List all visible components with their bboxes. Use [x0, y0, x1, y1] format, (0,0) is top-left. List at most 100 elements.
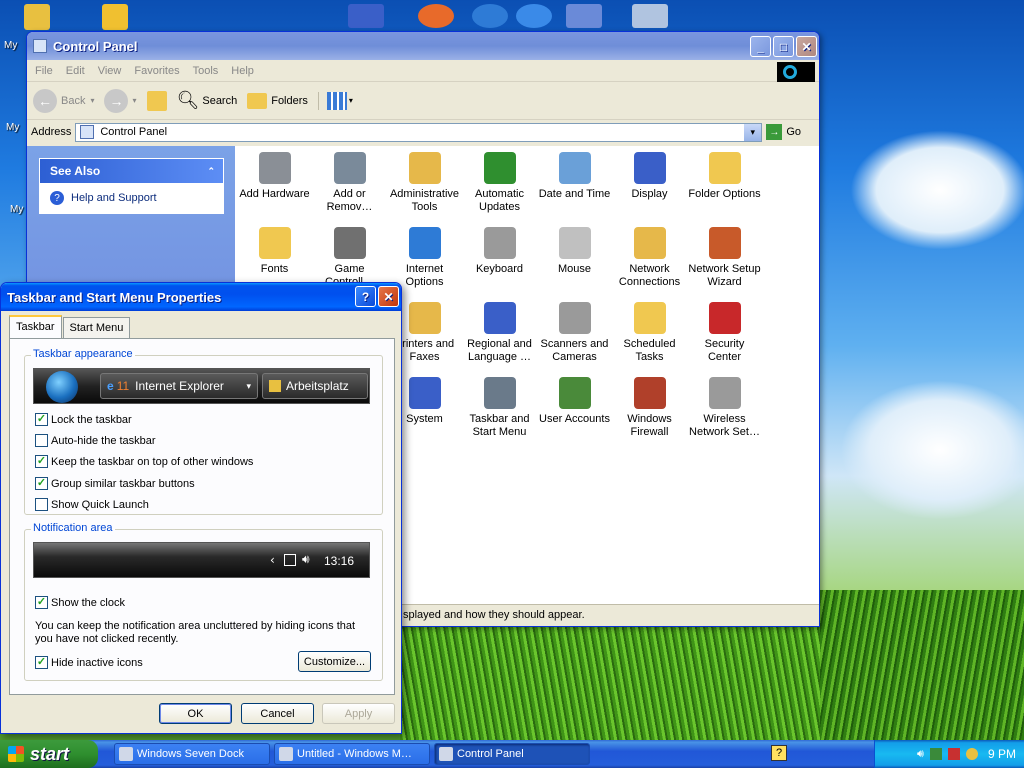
taskbar-task-button[interactable]: Untitled - Windows M…: [274, 743, 430, 765]
taskbar-start-menu-icon: [483, 377, 516, 409]
cp-item[interactable]: Automatic Updates: [462, 152, 537, 214]
go-button[interactable]: → Go: [766, 124, 801, 140]
clock[interactable]: 9 PM: [988, 747, 1016, 761]
checkbox[interactable]: ✓: [35, 413, 48, 426]
tray-icon[interactable]: [965, 748, 978, 760]
views-button[interactable]: ▾: [317, 91, 353, 110]
taskbar-option-checkbox[interactable]: ✓ Lock the taskbar: [35, 413, 132, 426]
dock-icon[interactable]: [632, 4, 668, 28]
help-button[interactable]: ?: [355, 286, 376, 307]
cp-item[interactable]: Fonts: [237, 227, 312, 276]
cp-item[interactable]: Network Connections: [612, 227, 687, 289]
tray-icon[interactable]: [929, 748, 942, 760]
desktop-icon-label[interactable]: My: [6, 122, 19, 133]
cp-item[interactable]: Internet Options: [387, 227, 462, 289]
cancel-button[interactable]: Cancel: [241, 703, 314, 724]
apply-button[interactable]: Apply: [322, 703, 395, 724]
cp-item[interactable]: Regional and Language …: [462, 302, 537, 364]
cp-item[interactable]: Add Hardware: [237, 152, 312, 201]
security-center-icon: [708, 302, 741, 334]
control-panel-icon: [80, 125, 95, 139]
ok-button[interactable]: OK: [159, 703, 232, 724]
tab-taskbar[interactable]: Taskbar: [9, 315, 62, 339]
cp-item[interactable]: User Accounts: [537, 377, 612, 426]
show-clock-label: Show the clock: [51, 596, 125, 609]
windows-flag-icon: [8, 746, 24, 762]
hide-inactive-checkbox[interactable]: ✓ Hide inactive icons: [35, 656, 143, 669]
desktop-icon-label[interactable]: My: [10, 204, 23, 215]
start-button[interactable]: start: [0, 740, 98, 768]
help-icon[interactable]: ?: [771, 745, 787, 761]
close-button[interactable]: ✕: [796, 36, 817, 57]
close-button[interactable]: ✕: [378, 286, 399, 307]
dialog-title-bar[interactable]: Taskbar and Start Menu Properties ? ✕: [1, 283, 401, 311]
search-button[interactable]: 🔍︎ Search: [177, 90, 238, 111]
taskbar-option-checkbox[interactable]: ✓ Keep the taskbar on top of other window…: [35, 455, 253, 468]
checkbox[interactable]: [35, 498, 48, 511]
volume-icon[interactable]: 🔊︎: [917, 748, 924, 761]
add-hardware-icon: [258, 152, 291, 184]
checkbox[interactable]: ✓: [35, 477, 48, 490]
dock-icon[interactable]: [418, 4, 454, 28]
cp-item[interactable]: Keyboard: [462, 227, 537, 276]
address-input[interactable]: Control Panel ▾: [75, 122, 763, 142]
dock-icon[interactable]: [472, 4, 508, 28]
help-support-link[interactable]: ? Help and Support: [40, 183, 223, 213]
cp-item[interactable]: Add or Remov…: [312, 152, 387, 214]
cp-item[interactable]: Scanners and Cameras: [537, 302, 612, 364]
cp-item[interactable]: Security Center: [687, 302, 762, 364]
dock-icon[interactable]: [348, 4, 384, 28]
checkbox[interactable]: [35, 434, 48, 447]
menu-help[interactable]: Help: [231, 65, 254, 77]
cp-item[interactable]: Folder Options: [687, 152, 762, 201]
cp-item[interactable]: Network Setup Wizard: [687, 227, 762, 289]
menu-file[interactable]: File: [35, 65, 53, 77]
option-label: Group similar taskbar buttons: [51, 477, 195, 490]
dock-icon[interactable]: [516, 4, 552, 28]
show-clock-checkbox[interactable]: ✓ Show the clock: [35, 596, 125, 609]
taskbar-option-checkbox[interactable]: ✓ Group similar taskbar buttons: [35, 477, 195, 490]
menu-view[interactable]: View: [98, 65, 122, 77]
cp-item-label: User Accounts: [539, 413, 610, 425]
taskbar-option-checkbox[interactable]: Auto-hide the taskbar: [35, 434, 156, 447]
back-button[interactable]: ← Back ▾: [33, 88, 94, 113]
collapse-chevron-icon[interactable]: ⌃: [207, 166, 215, 177]
dock-icon[interactable]: [566, 4, 602, 28]
maximize-button[interactable]: □: [773, 36, 794, 57]
desktop-icon-image[interactable]: [24, 4, 50, 30]
up-folder-button[interactable]: [146, 90, 167, 111]
folders-button[interactable]: Folders: [247, 92, 308, 109]
cp-item[interactable]: Wireless Network Set…: [687, 377, 762, 439]
cp-item[interactable]: Administrative Tools: [387, 152, 462, 214]
printers-faxes-icon: [408, 302, 441, 334]
taskbar-task-button[interactable]: Windows Seven Dock: [114, 743, 270, 765]
taskbar-option-checkbox[interactable]: Show Quick Launch: [35, 498, 149, 511]
cp-item[interactable]: Mouse: [537, 227, 612, 276]
taskbar-task-button[interactable]: Control Panel: [434, 743, 590, 765]
minimize-button[interactable]: _: [750, 36, 771, 57]
checkbox[interactable]: ✓: [35, 656, 48, 669]
menu-favorites[interactable]: Favorites: [134, 65, 179, 77]
forward-button[interactable]: → ▾: [104, 88, 137, 113]
option-label: Show Quick Launch: [51, 498, 149, 511]
title-bar[interactable]: Control Panel _ □ ✕: [27, 32, 819, 60]
cp-item[interactable]: Game Controll…: [312, 227, 387, 289]
address-dropdown-button[interactable]: ▾: [744, 123, 762, 141]
desktop-icon-image[interactable]: [102, 4, 128, 30]
desktop-icon-label[interactable]: My: [4, 40, 17, 51]
menu-tools[interactable]: Tools: [193, 65, 219, 77]
cp-item[interactable]: Date and Time: [537, 152, 612, 201]
cp-item[interactable]: Taskbar and Start Menu: [462, 377, 537, 439]
start-orb-icon: [46, 371, 78, 403]
customize-button[interactable]: Customize...: [298, 651, 371, 672]
menu-edit[interactable]: Edit: [66, 65, 85, 77]
see-also-header[interactable]: See Also ⌃: [40, 159, 223, 183]
checkbox[interactable]: ✓: [35, 455, 48, 468]
cp-item[interactable]: Scheduled Tasks: [612, 302, 687, 364]
automatic-updates-icon: [483, 152, 516, 184]
cp-item[interactable]: Display: [612, 152, 687, 201]
tray-icon[interactable]: [947, 748, 960, 760]
tab-start-menu[interactable]: Start Menu: [62, 317, 131, 339]
cp-item[interactable]: Windows Firewall: [612, 377, 687, 439]
checkbox[interactable]: ✓: [35, 596, 48, 609]
